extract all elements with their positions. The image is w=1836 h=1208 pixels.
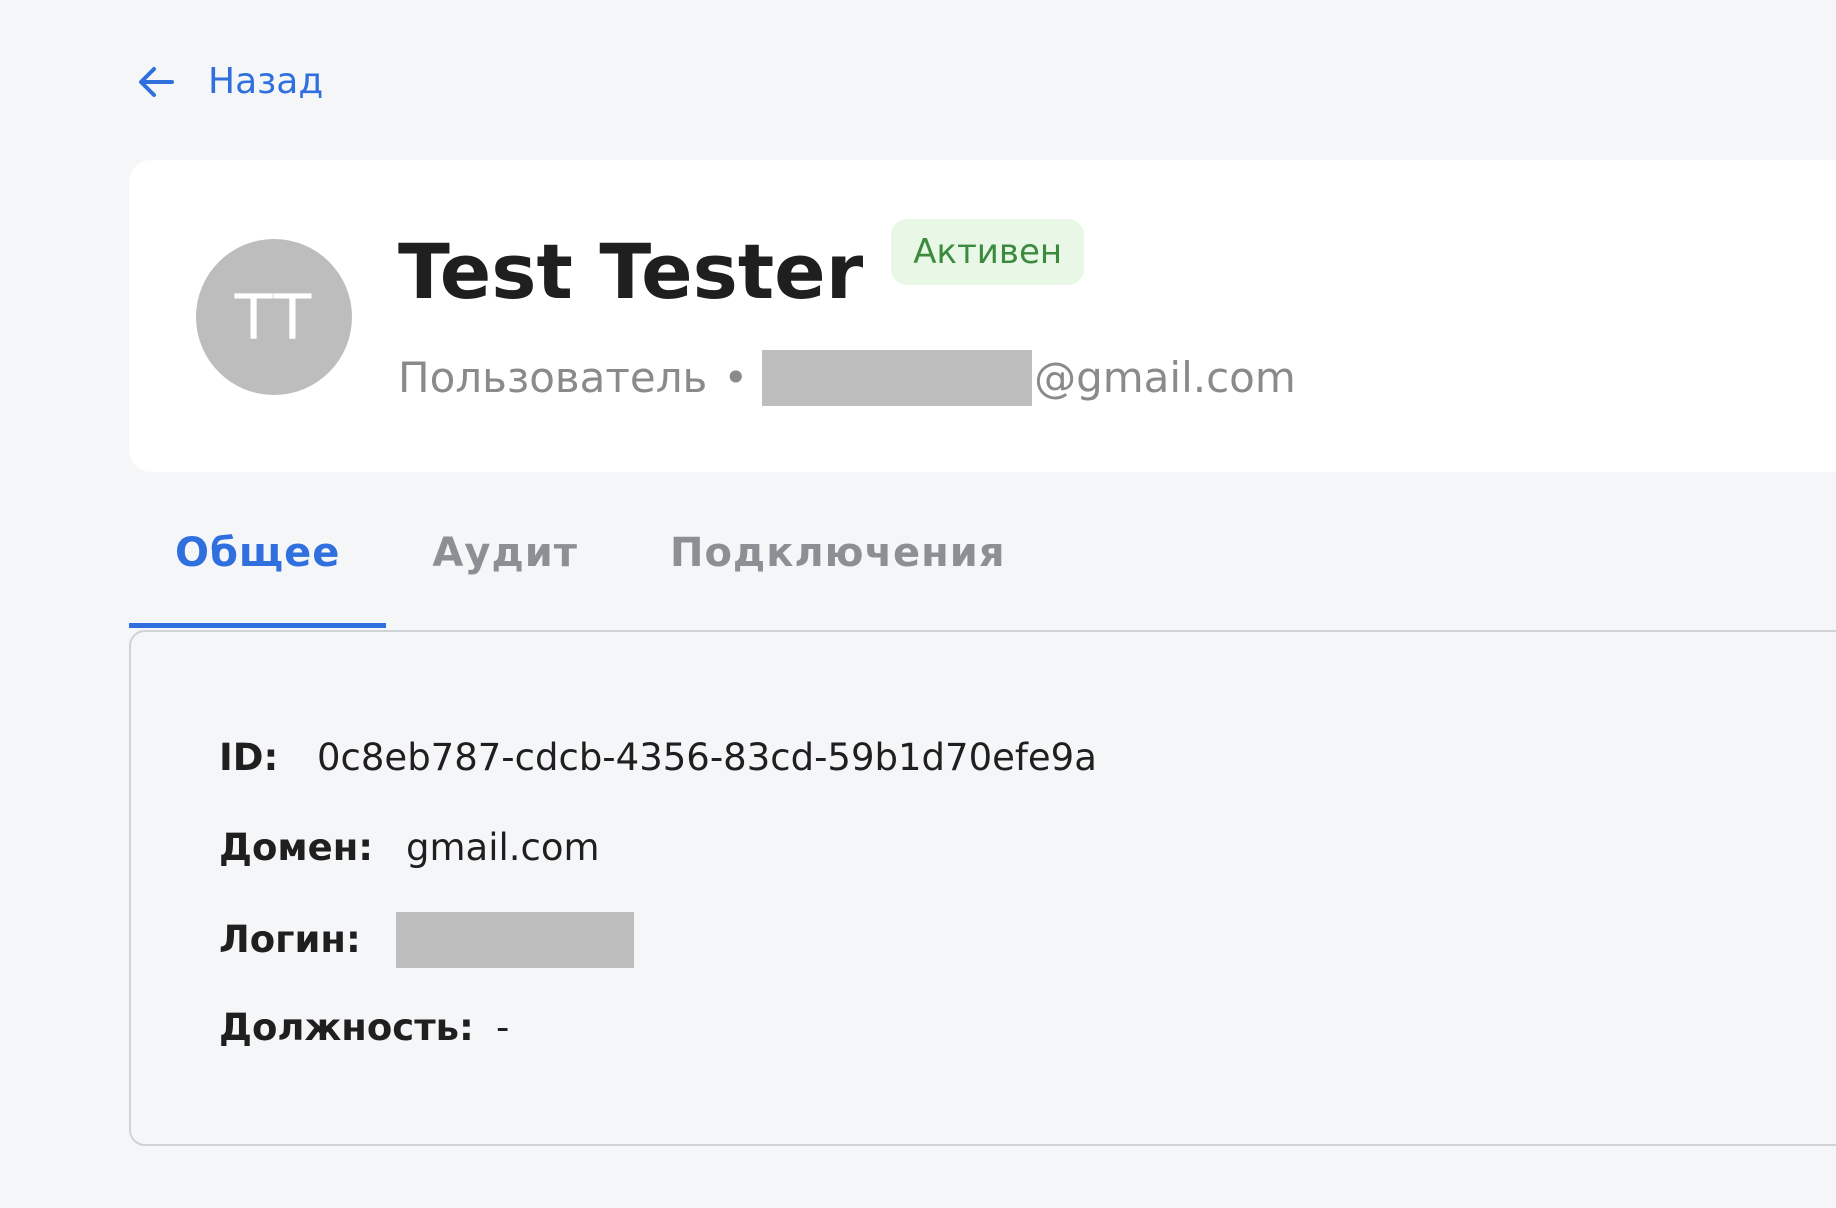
detail-value-domain: gmail.com — [406, 826, 600, 869]
status-badge: Активен — [891, 219, 1085, 285]
tab-connections[interactable]: Подключения — [624, 520, 1052, 608]
general-details-panel: ID: 0c8eb787-cdcb-4356-83cd-59b1d70efe9a… — [129, 630, 1836, 1146]
avatar: TT — [196, 239, 352, 395]
detail-row-id: ID: 0c8eb787-cdcb-4356-83cd-59b1d70efe9a — [219, 732, 1097, 784]
detail-value-id: 0c8eb787-cdcb-4356-83cd-59b1d70efe9a — [317, 736, 1097, 779]
detail-row-domain: Домен: gmail.com — [219, 822, 600, 874]
profile-header-card: TT Test Tester Активен Пользователь • @g… — [129, 160, 1836, 472]
tab-bar: Общее Аудит Подключения — [129, 520, 1052, 628]
user-meta: Пользователь • @gmail.com — [398, 350, 1296, 406]
detail-label-domain: Домен: — [219, 826, 374, 869]
user-role: Пользователь — [398, 353, 708, 402]
tab-general[interactable]: Общее — [129, 520, 387, 628]
detail-label-position: Должность: — [219, 1006, 474, 1049]
name-row: Test Tester Активен — [398, 219, 1085, 322]
detail-label-login: Логин: — [219, 918, 361, 961]
user-name: Test Tester — [398, 227, 864, 316]
meta-separator: • — [723, 353, 749, 402]
tab-audit[interactable]: Аудит — [386, 520, 624, 608]
detail-label-id: ID: — [219, 736, 279, 779]
detail-value-position: - — [496, 1006, 510, 1049]
back-link[interactable]: Назад — [134, 60, 323, 104]
detail-row-position: Должность: - — [219, 1002, 509, 1054]
redacted-email-username — [762, 350, 1033, 406]
back-link-label: Назад — [208, 61, 324, 102]
redacted-login-value — [396, 912, 634, 968]
arrow-left-icon — [134, 60, 178, 104]
detail-row-login: Логин: — [219, 912, 634, 968]
email-suffix: @gmail.com — [1034, 353, 1296, 402]
